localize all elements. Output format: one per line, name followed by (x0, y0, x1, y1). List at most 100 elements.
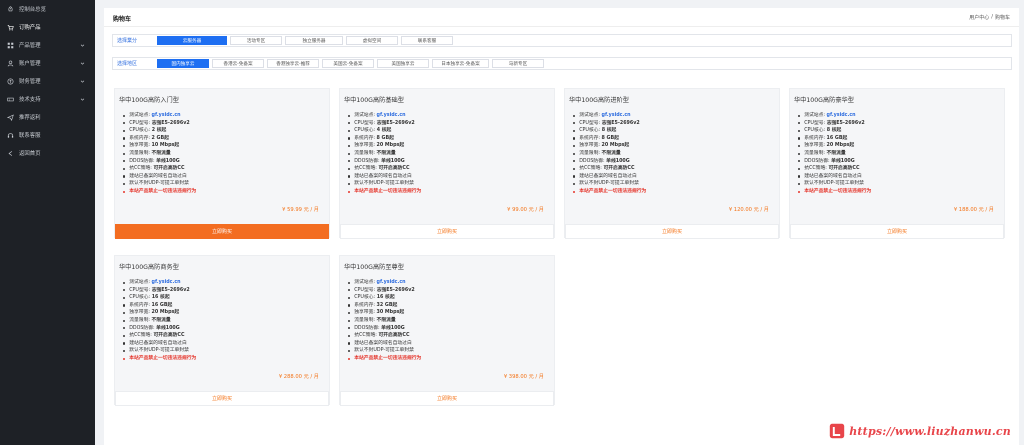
sidebar-item-user[interactable]: 账户管理 (0, 54, 95, 72)
spec-label: 测试站点: (579, 113, 600, 118)
breadcrumb-home[interactable]: 用户中心 (969, 14, 989, 21)
spec-value: 8 核起 (601, 128, 617, 134)
spec-value[interactable]: gf.ysidc.cn (827, 112, 856, 120)
spec-value: 2 核起 (151, 128, 167, 134)
category-option[interactable]: 独立服务器 (285, 36, 343, 45)
category-filter-label: 选择業分 (117, 38, 138, 44)
sidebar-item-home[interactable]: 返回首页 (0, 144, 95, 162)
spec-value: 30 Mbps起 (376, 310, 405, 316)
spec-value[interactable]: gf.ysidc.cn (152, 279, 181, 287)
sidebar-item-label: 技术支持 (19, 97, 41, 103)
spec-label: 测试站点: (129, 113, 150, 118)
sidebar-item-cart[interactable]: 订购产品 (0, 18, 95, 36)
buy-now-button[interactable]: 立即购买 (790, 224, 1004, 239)
header-divider (104, 26, 1019, 27)
spec-item: 测试站点: gf.ysidc.cn (348, 112, 421, 120)
chevron-down-icon[interactable] (79, 60, 85, 66)
buy-now-button[interactable]: 立即购买 (115, 391, 329, 406)
region-option[interactable]: 香港独享云-推荐 (267, 59, 319, 68)
chevron-down-icon[interactable] (79, 96, 85, 102)
region-option[interactable]: 国内独享云 (157, 59, 209, 68)
region-option[interactable]: 马新专区 (492, 59, 544, 68)
sidebar-item-label: 推荐返利 (19, 115, 41, 121)
spec-item: CPU型号: 志强E5-2696v2 (348, 287, 421, 295)
bullet (573, 137, 576, 140)
region-option[interactable]: 日本独享云-免备案 (432, 59, 489, 68)
spec-list: 测试站点: gf.ysidc.cn CPU型号: 志强E5-2696v2 CPU核心… (123, 112, 196, 196)
category-option[interactable]: 虚拟空间 (346, 36, 398, 45)
spec-item: CPU核心: 16 核起 (348, 294, 421, 302)
spec-label: CPU型号: (804, 120, 826, 126)
bullet (348, 114, 351, 117)
category-option[interactable]: 云服务器 (157, 36, 227, 45)
sidebar-item-ticket[interactable]: 技术支持 (0, 90, 95, 108)
sidebar-item-wallet[interactable]: 财务管理 (0, 72, 95, 90)
spec-list: 测试站点: gf.ysidc.cn CPU型号: 志强E5-2696v2 CPU核心… (123, 279, 196, 363)
spec-note: 默认不封UDP-可提工单封禁 (123, 180, 196, 188)
grid-icon (6, 41, 14, 49)
buy-now-button[interactable]: 立即购买 (340, 391, 554, 406)
category-options: 云服务器 活动专区 独立服务器 虚拟空间 联系客服 (157, 36, 456, 45)
sidebar-item-rocket[interactable]: 控制台总览 (0, 0, 95, 18)
bullet (123, 114, 126, 117)
bullet (123, 327, 126, 330)
bullet (348, 304, 351, 307)
spec-value: 8 GB起 (601, 135, 619, 141)
spec-value: 10 Mbps起 (151, 143, 180, 149)
spec-value: 不限流量 (376, 317, 396, 323)
spec-note-text: 默认不封UDP-可提工单封禁 (354, 181, 414, 187)
bullet (348, 327, 351, 330)
spec-label: 独享带宽: (579, 143, 600, 149)
bullet (348, 160, 351, 163)
spec-label: 测试站点: (354, 113, 375, 118)
bullet (123, 312, 126, 315)
buy-now-button[interactable]: 立即购买 (115, 224, 329, 239)
spec-value[interactable]: gf.ysidc.cn (377, 112, 406, 120)
region-option[interactable]: 美国云-免备案 (322, 59, 374, 68)
spec-label: DDOS防御: (354, 158, 380, 164)
spec-value[interactable]: gf.ysidc.cn (152, 112, 181, 120)
bullet (348, 122, 351, 125)
region-option[interactable]: 美国独享云 (377, 59, 429, 68)
buy-now-button[interactable]: 立即购买 (340, 224, 554, 239)
spec-item: 系统内存: 8 GB起 (348, 135, 421, 143)
home-icon (6, 149, 14, 157)
spec-label: CPU核心: (579, 128, 601, 134)
spec-note-text: 本站产品禁止一切违法违规行为 (804, 188, 872, 194)
spec-label: 抗CC策略: (579, 166, 602, 172)
spec-value[interactable]: gf.ysidc.cn (602, 112, 631, 120)
spec-label: 独享带宽: (129, 143, 150, 149)
chevron-down-icon[interactable] (79, 42, 85, 48)
sidebar-item-send[interactable]: 推荐返利 (0, 108, 95, 126)
bullet (798, 122, 801, 125)
product-price: ¥ 59.99 元 / 月 (282, 207, 319, 213)
category-option[interactable]: 活动专区 (230, 36, 282, 45)
product-title: 华中100G高防入门型 (119, 97, 179, 104)
product-title: 华中100G高防商务型 (119, 264, 179, 271)
spec-note: 建站已备案的域名自动过白 (123, 340, 196, 348)
sidebar-nav: 控制台总览 订购产品 产品管理 账户管理财务管理技术支持推荐返利联系客服 返回首页 (0, 0, 95, 162)
region-option[interactable]: 香港云-免备案 (212, 59, 264, 68)
spec-value[interactable]: gf.ysidc.cn (377, 279, 406, 287)
category-option[interactable]: 联系客服 (401, 36, 453, 45)
spec-item: DDOS防御: 单线100G (348, 158, 421, 166)
spec-item: CPU核心: 4 核起 (348, 127, 421, 135)
spec-item: 流量限制: 不限流量 (573, 150, 646, 158)
spec-label: 系统内存: (354, 135, 375, 141)
spec-note-text: 默认不封UDP-可提工单封禁 (129, 348, 189, 354)
ticket-icon (6, 95, 14, 103)
buy-now-button[interactable]: 立即购买 (565, 224, 779, 239)
sidebar-item-grid[interactable]: 产品管理 (0, 36, 95, 54)
bullet (798, 183, 801, 186)
bullet (573, 190, 576, 193)
bullet (123, 129, 126, 133)
spec-note: 默认不封UDP-可提工单封禁 (348, 347, 421, 355)
chevron-down-icon[interactable] (79, 78, 85, 84)
spec-note: 建站已备案的域名自动过白 (348, 340, 421, 348)
spec-value: 16 GB起 (151, 302, 173, 308)
spec-label: 抗CC策略: (354, 333, 377, 339)
sidebar-item-label: 财务管理 (19, 79, 41, 85)
sidebar-item-headset[interactable]: 联系客服 (0, 126, 95, 144)
spec-value: 20 Mbps起 (826, 143, 855, 149)
spec-item: 测试站点: gf.ysidc.cn (123, 279, 196, 287)
